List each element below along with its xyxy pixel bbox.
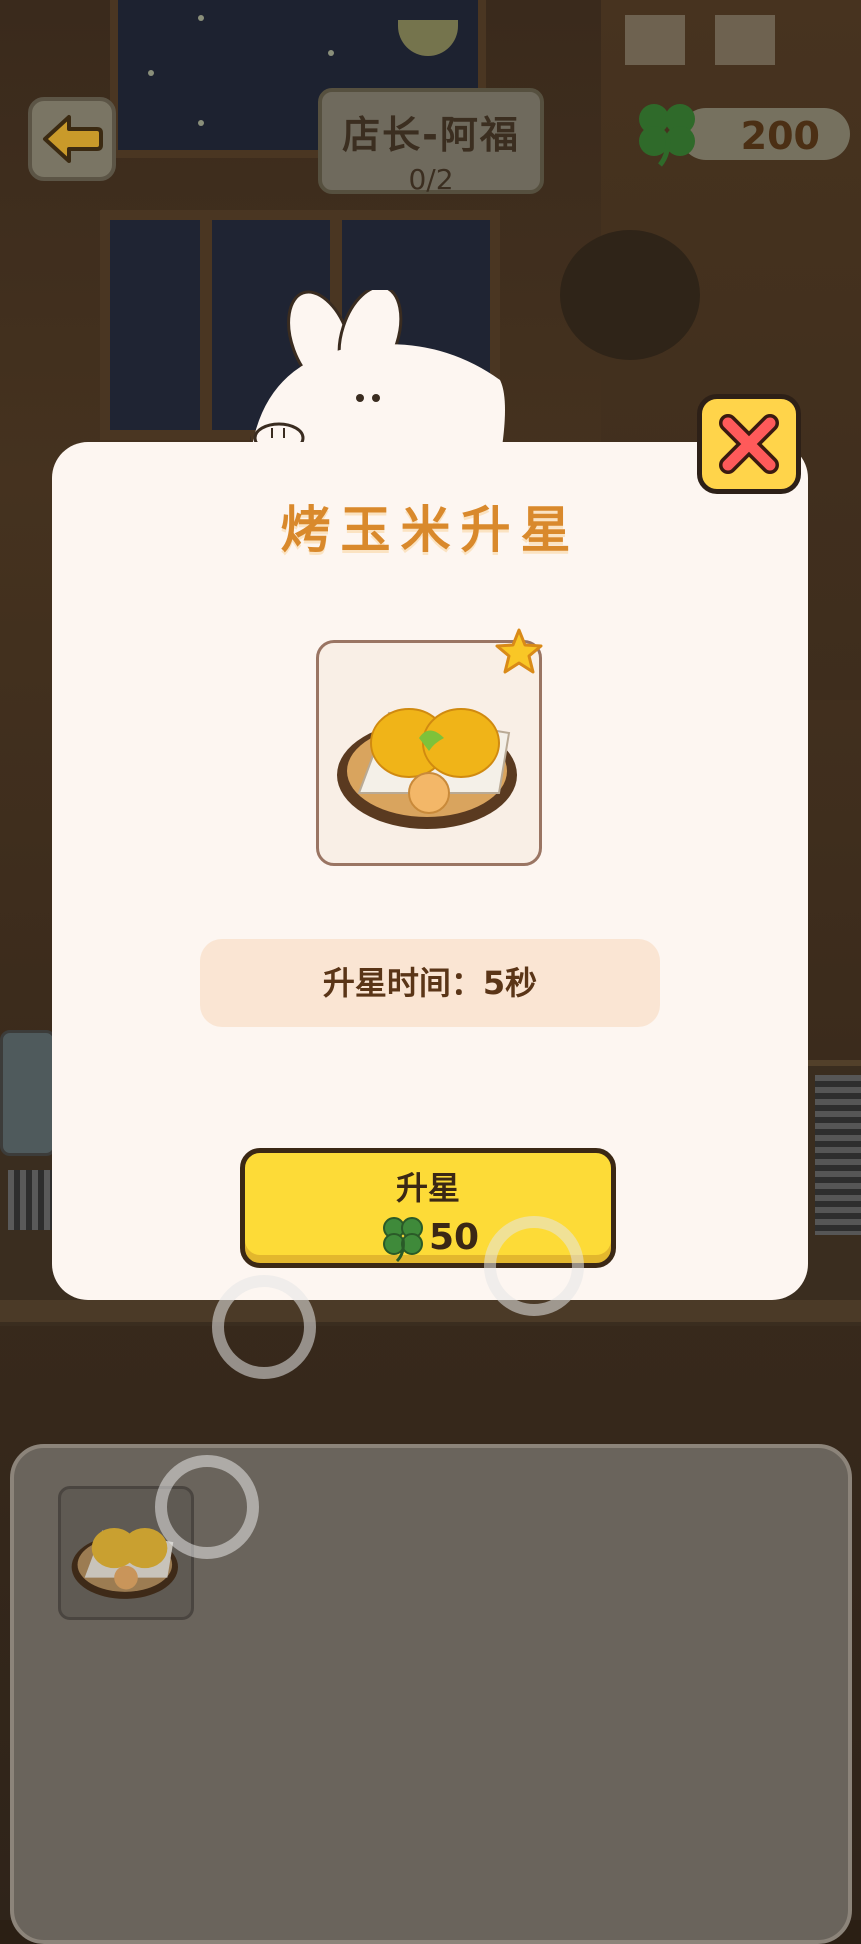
salt-jar [0,1030,56,1156]
shop-title: 店长-阿福 [342,113,520,157]
wall-note [715,15,775,65]
shop-title-panel: 店长-阿福 0/2 [318,88,544,196]
clover-counter: 200 [680,108,850,160]
back-arrow-icon [43,115,103,163]
close-icon [719,414,779,474]
touch-indicator [155,1455,259,1559]
window-bar [200,220,212,430]
shop-progress: 0/2 [408,163,454,196]
clover-count: 200 [740,114,820,158]
counter-edge [0,1300,861,1322]
clover-icon [382,1217,423,1263]
touch-indicator [212,1275,316,1379]
moon [398,20,458,56]
touch-indicator [484,1216,584,1316]
grill-rack [815,1075,861,1235]
star-dot [198,15,204,21]
star-rank-icon [495,628,543,674]
close-button[interactable] [697,394,801,494]
upgrade-button-label: 升星 [395,1169,460,1207]
upgrade-time-info: 升星时间：5秒 [200,939,660,1027]
dialog-title: 烤玉米升星 [280,501,581,559]
clover-icon [639,104,695,167]
back-button[interactable] [28,97,116,181]
upgrade-cost-value: 50 [428,1216,480,1258]
wall-note [625,15,685,65]
star-dot [198,120,204,126]
star-dot [148,70,154,76]
star-dot [328,50,334,56]
grill-rack-left [8,1170,54,1230]
